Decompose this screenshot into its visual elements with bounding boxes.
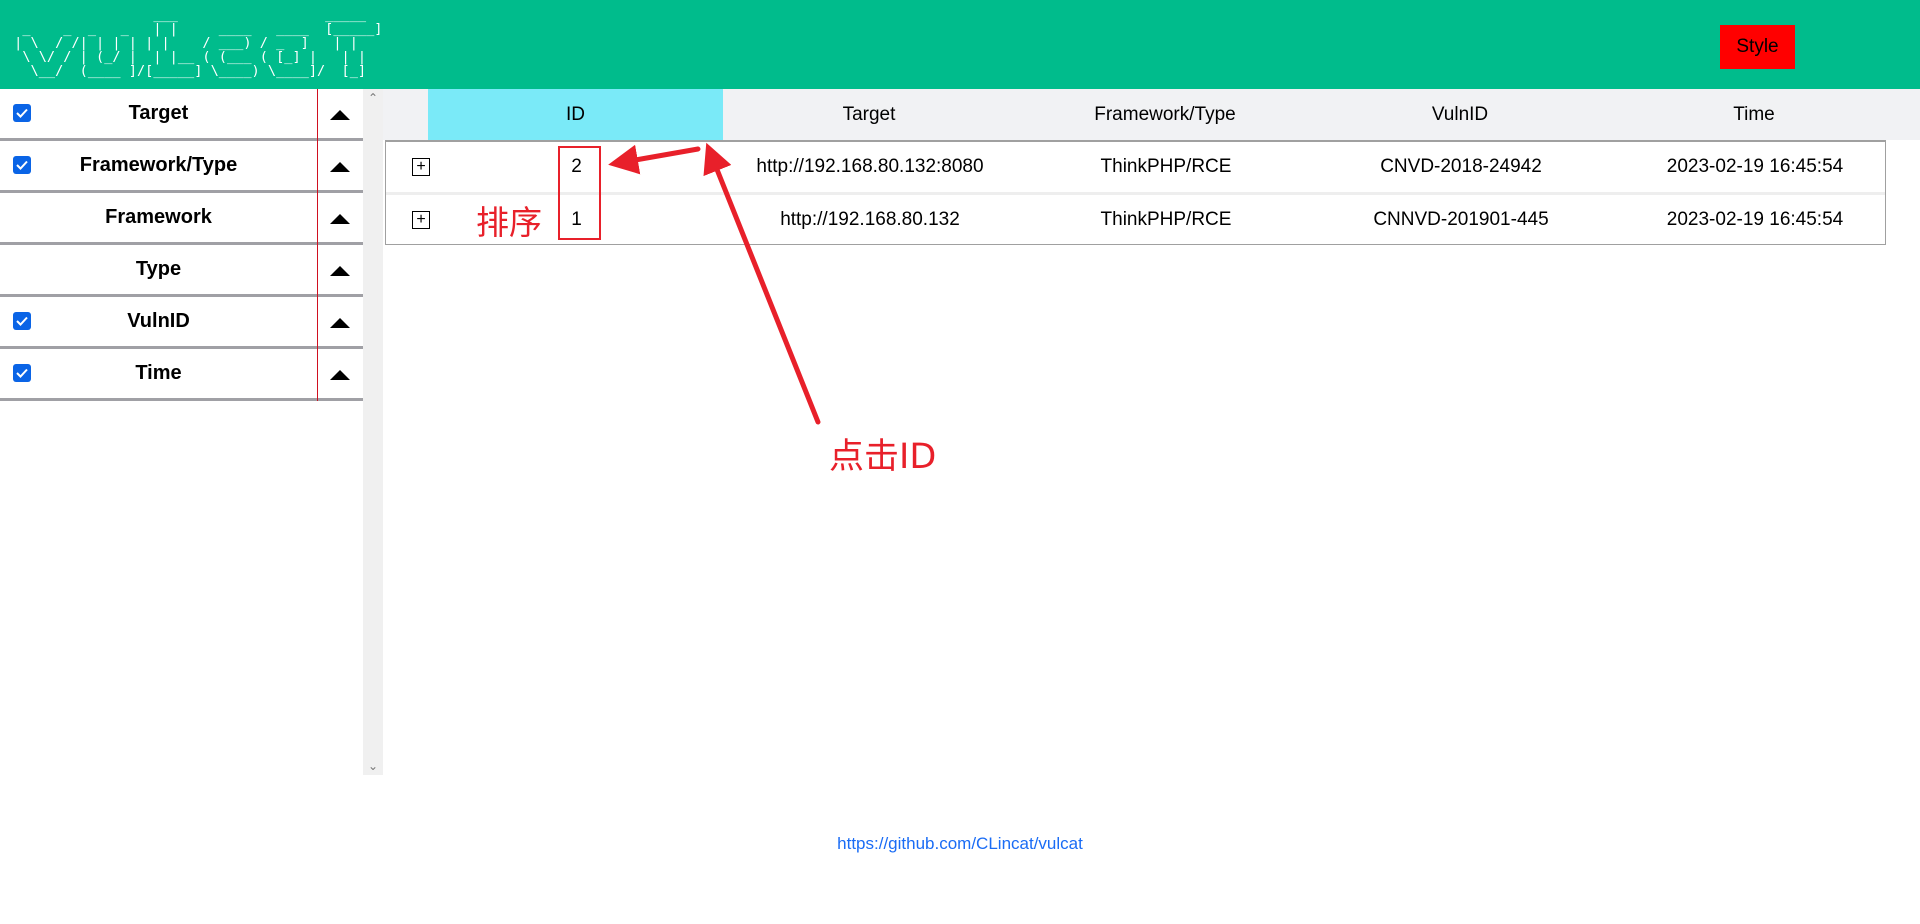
arrow-to-id-value [608,144,701,175]
annotation-arrows [608,142,821,425]
arrow-to-id-header [703,142,821,425]
github-link[interactable]: https://github.com/CLincat/vulcat [837,834,1083,853]
